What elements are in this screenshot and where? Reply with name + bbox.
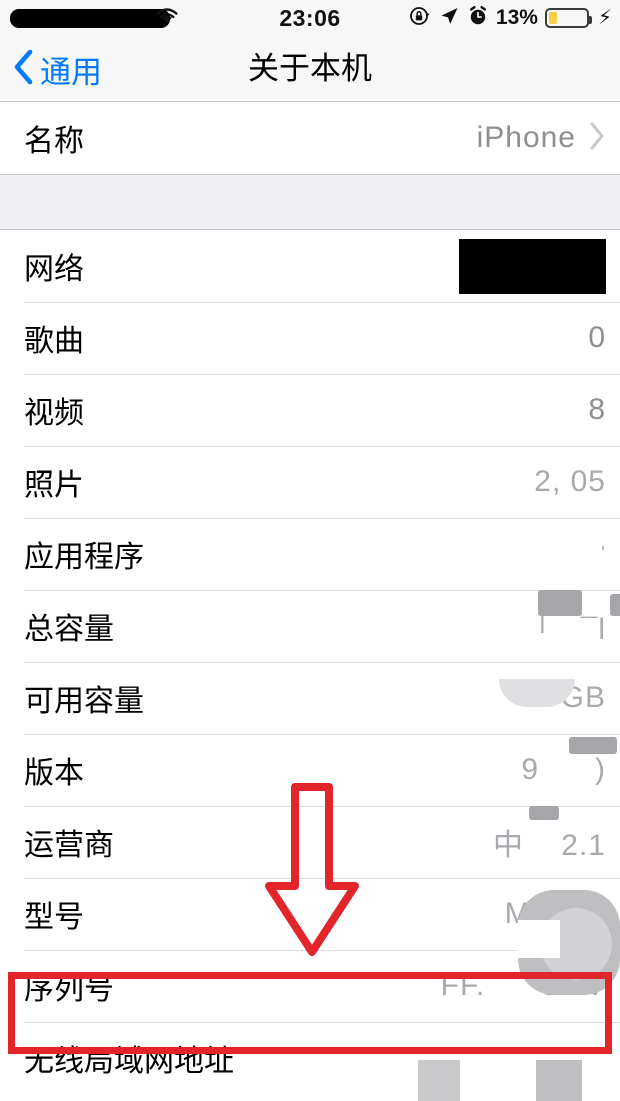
row-value-wrap: 「 ¯l <box>522 590 620 648</box>
row-label: 版本 <box>24 757 84 790</box>
settings-section-device-info: 网络 歌曲 0 视频 8 照片 2, 05 应用程序 ' 总容量 「 ¯l 可用… <box>0 230 620 1094</box>
row-total-capacity: 总容量 「 ¯l <box>0 590 620 662</box>
row-value: iPhone <box>476 121 576 154</box>
section-gap <box>0 174 620 230</box>
row-model: 型号 M A <box>0 878 620 950</box>
page-title: 关于本机 <box>248 51 372 86</box>
row-version: 版本 9 ) <box>0 734 620 806</box>
obscured-value-smudge <box>569 737 618 754</box>
row-applications: 应用程序 ' <box>0 518 620 590</box>
row-label: 视频 <box>24 397 84 430</box>
row-label: 序列号 <box>24 973 114 1006</box>
row-label: 型号 <box>24 901 84 934</box>
row-label: 歌曲 <box>24 325 84 358</box>
chevron-right-icon <box>588 121 606 156</box>
row-value: 2, 05 <box>534 465 606 498</box>
row-value-wrap: 中 2.1 <box>492 806 606 864</box>
row-label: 网络 <box>24 253 84 286</box>
iphone-screen: 23:06 13% ⚡ 通用 关于本机 名称 iPhone 网络 歌曲 0 视频… <box>0 0 620 1101</box>
row-available-capacity: 可用容量 GB <box>0 662 620 734</box>
obscured-value-smudge <box>528 806 559 820</box>
row-value: 8 <box>588 393 606 426</box>
row-label: 无线局域网地址 <box>24 1045 234 1078</box>
row-value: M A <box>504 897 606 930</box>
obscured-value-smudge <box>609 594 620 616</box>
settings-section-name: 名称 iPhone <box>0 102 620 174</box>
battery-percent-label: 13% <box>495 6 538 29</box>
row-value: 中 2.1 <box>492 829 606 862</box>
row-carrier: 运营商 中 2.1 <box>0 806 620 878</box>
alarm-clock-icon <box>467 5 489 32</box>
battery-icon <box>544 8 592 28</box>
row-label: 名称 <box>24 125 84 158</box>
navigation-bar: 通用 关于本机 <box>0 36 620 102</box>
row-serial-number: 序列号 FF. 5MV <box>0 950 620 1022</box>
row-network[interactable]: 网络 <box>0 230 620 302</box>
row-value-wrap: 9 ) <box>521 737 618 787</box>
row-label: 可用容量 <box>24 685 144 718</box>
status-bar-right: 13% ⚡ <box>409 0 612 36</box>
battery-fill <box>548 12 557 24</box>
row-label: 照片 <box>24 469 84 502</box>
row-photos: 照片 2, 05 <box>0 446 620 518</box>
location-arrow-icon <box>438 5 460 32</box>
network-value-redacted <box>459 238 606 294</box>
row-value: FF. 5MV <box>440 969 606 1002</box>
status-bar: 23:06 13% ⚡ <box>0 0 620 36</box>
row-songs: 歌曲 0 <box>0 302 620 374</box>
wifi-icon <box>154 6 180 31</box>
row-name[interactable]: 名称 iPhone <box>0 102 620 174</box>
row-value: ' <box>601 542 606 565</box>
row-value: 0 <box>588 321 606 354</box>
row-label: 总容量 <box>24 613 114 646</box>
rotation-lock-icon <box>409 5 431 32</box>
row-wifi-address: 无线局域网地址 <box>0 1022 620 1094</box>
row-label: 运营商 <box>24 829 114 862</box>
row-value: 9 ) <box>521 753 606 786</box>
row-label: 应用程序 <box>24 541 144 574</box>
row-value-wrap: GB <box>498 679 606 715</box>
lightning-bolt-icon: ⚡ <box>597 7 612 29</box>
row-videos: 视频 8 <box>0 374 620 446</box>
obscured-value-smudge <box>537 590 582 616</box>
